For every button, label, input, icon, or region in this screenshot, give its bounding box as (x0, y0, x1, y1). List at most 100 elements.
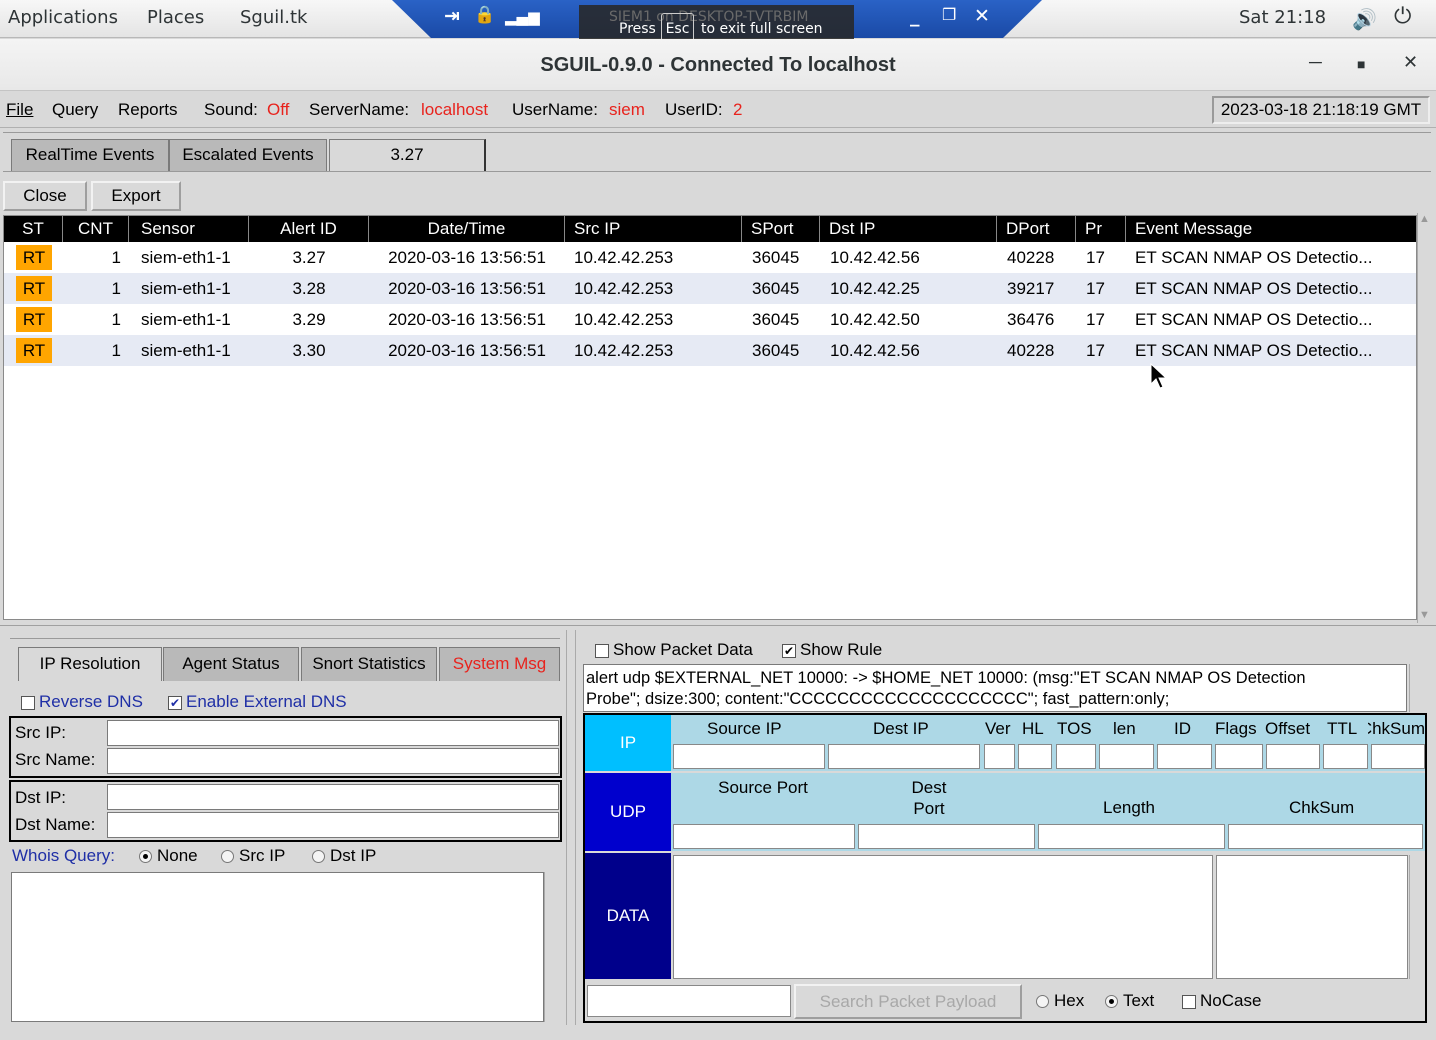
system-clock[interactable]: Sat 21:18 (1239, 7, 1326, 28)
tab-ip-resolution[interactable]: IP Resolution (18, 647, 162, 681)
restore-icon[interactable]: ❐ (942, 5, 956, 24)
close-icon[interactable]: ✕ (974, 5, 990, 27)
scroll-down-icon[interactable]: ▼ (1419, 609, 1430, 621)
ip-chksum-field[interactable] (1371, 744, 1425, 769)
udp-dest-port-field[interactable] (858, 824, 1035, 849)
reverse-dns-checkbox[interactable]: Reverse DNS (21, 692, 143, 712)
window-maximize-icon[interactable]: ■ (1357, 56, 1365, 72)
payload-scrollbar[interactable] (1409, 855, 1425, 979)
table-row[interactable]: RT 1 siem-eth1-1 3.28 2020-03-16 13:56:5… (4, 273, 1416, 304)
payload-search-input[interactable] (587, 985, 791, 1017)
lock-icon[interactable]: 🔒 (474, 5, 495, 25)
file-menu[interactable]: File (6, 100, 33, 120)
whois-none-label: None (157, 846, 198, 865)
ip-offset-field[interactable] (1266, 744, 1320, 769)
radio-selected-icon[interactable] (1105, 995, 1118, 1009)
tab-realtime-events[interactable]: RealTime Events (11, 139, 169, 171)
col-dst-ip[interactable]: Dst IP (820, 216, 997, 242)
ip-ttl-field[interactable] (1323, 744, 1368, 769)
volume-icon[interactable]: 🔊 (1352, 7, 1377, 31)
tab-snort-statistics[interactable]: Snort Statistics (301, 647, 437, 681)
power-icon[interactable]: ⏻ (1394, 4, 1411, 29)
dport-cell: 39217 (1007, 279, 1055, 298)
pane-divider[interactable] (0, 625, 1436, 629)
udp-chksum-field[interactable] (1228, 824, 1423, 849)
col-src-ip[interactable]: Src IP (565, 216, 742, 242)
tab-agent-status[interactable]: Agent Status (163, 647, 299, 681)
radio-icon[interactable] (1036, 995, 1049, 1009)
query-menu[interactable]: Query (52, 100, 98, 120)
checkmark-icon[interactable]: ✔ (782, 643, 796, 658)
export-button[interactable]: Export (91, 181, 181, 211)
rule-scrollbar[interactable] (1409, 664, 1425, 712)
dst-name-field[interactable] (107, 812, 559, 838)
window-close-icon[interactable]: ✕ (1403, 52, 1418, 73)
ip-flags-field[interactable] (1215, 744, 1263, 769)
hex-radio[interactable]: Hex (1036, 991, 1084, 1011)
tab-alert-detail[interactable]: 3.27 (329, 139, 486, 171)
ip-hl-field[interactable] (1018, 744, 1052, 769)
external-dns-checkbox[interactable]: ✔ Enable External DNS (168, 692, 347, 712)
udp-source-port-field[interactable] (673, 824, 855, 849)
places-menu[interactable]: Places (147, 7, 204, 28)
window-minimize-icon[interactable]: ─ (1309, 52, 1322, 73)
ip-len-field[interactable] (1099, 744, 1154, 769)
table-row[interactable]: RT 1 siem-eth1-1 3.29 2020-03-16 13:56:5… (4, 304, 1416, 335)
col-sport[interactable]: SPort (742, 216, 820, 242)
col-pr[interactable]: Pr (1076, 216, 1126, 242)
show-rule-checkbox[interactable]: ✔ Show Rule (782, 640, 882, 660)
radio-icon[interactable] (312, 850, 325, 864)
applications-menu[interactable]: Applications (8, 7, 118, 28)
src-name-field[interactable] (107, 748, 559, 774)
events-scrollbar[interactable]: ▲ ▼ (1417, 213, 1433, 623)
col-dport[interactable]: DPort (997, 216, 1076, 242)
ip-tos-field[interactable] (1056, 744, 1096, 769)
app-menu[interactable]: Sguil.tk (240, 7, 307, 28)
pin-icon[interactable]: ⇥ (444, 5, 460, 27)
reports-menu[interactable]: Reports (118, 100, 178, 120)
ip-ver-field[interactable] (984, 744, 1015, 769)
whois-label: Whois Query: (12, 846, 115, 865)
udp-length-field[interactable] (1038, 824, 1225, 849)
whois-scrollbar[interactable] (544, 872, 560, 1022)
whois-dst-radio[interactable]: Dst IP (312, 846, 376, 866)
whois-src-radio[interactable]: Src IP (221, 846, 285, 866)
nocase-checkbox[interactable]: NoCase (1182, 991, 1261, 1011)
col-st[interactable]: ST (4, 216, 63, 242)
search-payload-button[interactable]: Search Packet Payload (794, 984, 1022, 1019)
payload-hex-view[interactable] (673, 855, 1213, 979)
col-event-message[interactable]: Event Message (1126, 216, 1416, 242)
tab-escalated-events[interactable]: Escalated Events (169, 139, 327, 171)
ip-id-field[interactable] (1157, 744, 1212, 769)
src-ip-field[interactable] (107, 720, 559, 746)
text-radio[interactable]: Text (1105, 991, 1154, 1011)
checkmark-icon[interactable]: ✔ (168, 695, 182, 710)
checkbox-unchecked-icon[interactable] (595, 643, 609, 658)
col-cnt[interactable]: CNT (63, 216, 129, 242)
tab-system-msg[interactable]: System Msg (439, 647, 560, 681)
cnt-cell: 1 (111, 310, 121, 329)
radio-selected-icon[interactable] (139, 850, 152, 864)
ip-source-ip-field[interactable] (673, 744, 825, 769)
status-badge: RT (16, 245, 52, 270)
table-row[interactable]: RT 1 siem-eth1-1 3.30 2020-03-16 13:56:5… (4, 335, 1416, 366)
vertical-divider[interactable] (566, 630, 576, 1025)
show-packet-checkbox[interactable]: Show Packet Data (595, 640, 753, 660)
ip-dest-ip-field[interactable] (828, 744, 980, 769)
close-button[interactable]: Close (3, 181, 87, 211)
scroll-up-icon[interactable]: ▲ (1419, 213, 1430, 225)
payload-text-view[interactable] (1216, 855, 1408, 979)
minimize-icon[interactable]: _ (910, 5, 920, 27)
col-alert-id[interactable]: Alert ID (249, 216, 369, 242)
whois-none-radio[interactable]: None (139, 846, 198, 866)
checkbox-unchecked-icon[interactable] (1182, 994, 1196, 1009)
col-sensor[interactable]: Sensor (129, 216, 249, 242)
rule-text[interactable]: alert udp $EXTERNAL_NET 10000: -> $HOME_… (583, 664, 1407, 712)
radio-icon[interactable] (221, 850, 234, 864)
table-row[interactable]: RT 1 siem-eth1-1 3.27 2020-03-16 13:56:5… (4, 242, 1416, 273)
dst-ip-field[interactable] (107, 784, 559, 810)
whois-output[interactable] (11, 872, 544, 1022)
col-datetime[interactable]: Date/Time (369, 216, 565, 242)
checkbox-unchecked-icon[interactable] (21, 695, 35, 710)
dport-cell: 40228 (1007, 341, 1055, 360)
